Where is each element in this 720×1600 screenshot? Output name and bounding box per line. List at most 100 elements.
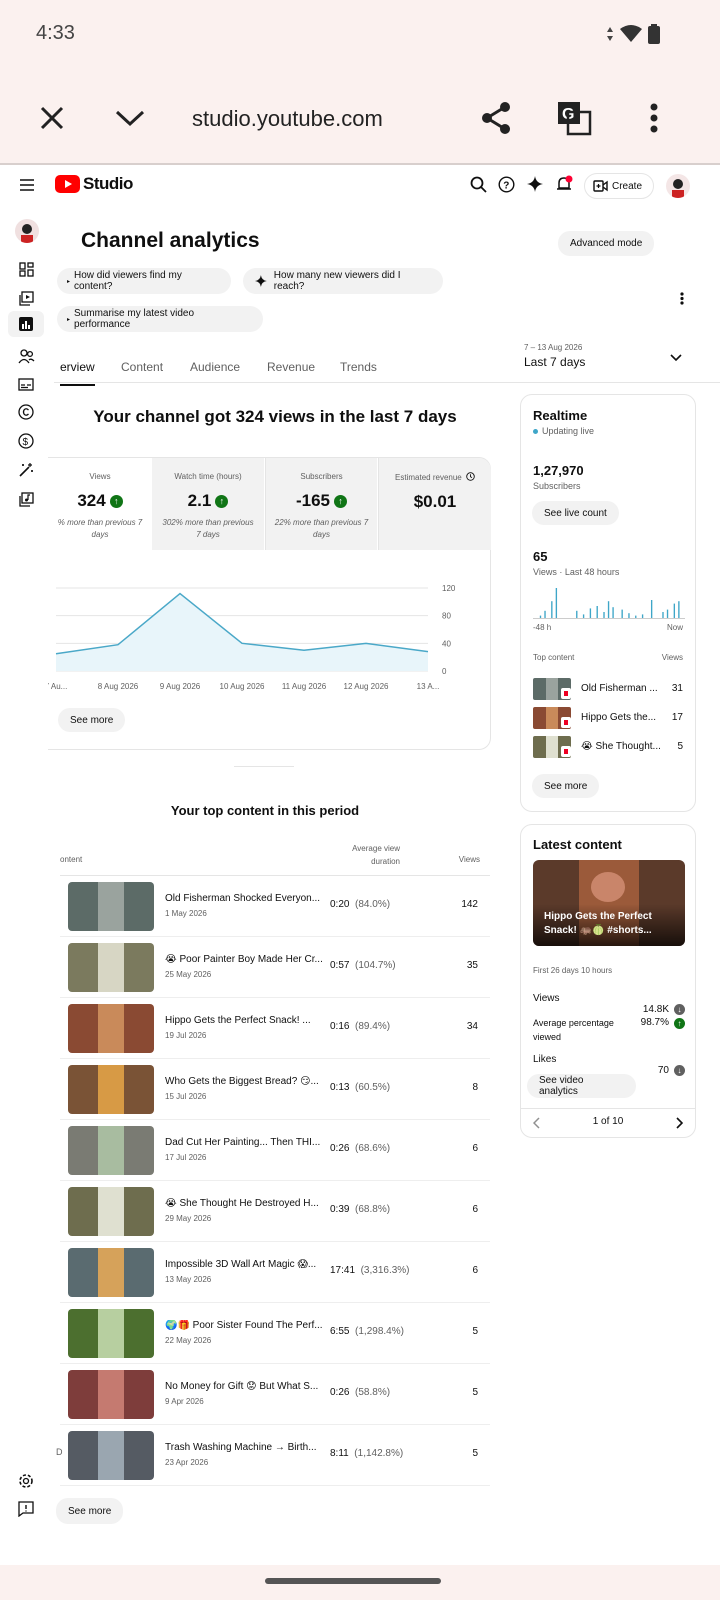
row-avd-value: 0:20 <box>330 899 350 910</box>
table-row[interactable]: Who Gets the Biggest Bread? 😏... 15 Jul 2… <box>60 1059 490 1120</box>
row-date: 29 May 2026 <box>165 1214 212 1223</box>
realtime-item-title: 😭 She Thought... <box>581 741 661 752</box>
row-avd-value: 0:39 <box>330 1204 350 1215</box>
row-avd: 0:13 (60.5%) <box>330 1082 390 1093</box>
close-icon[interactable] <box>34 100 70 136</box>
see-live-count-button[interactable]: See live count <box>532 501 619 525</box>
analytics-icon[interactable] <box>8 311 44 337</box>
date-range-picker[interactable]: 7 – 13 Aug 2026 Last 7 days <box>524 343 694 373</box>
table-row[interactable]: Old Fisherman Shocked Everyon... 1 May 20… <box>60 876 490 937</box>
realtime-bar <box>551 601 553 618</box>
more-vert-icon[interactable] <box>636 100 672 136</box>
system-icons <box>606 24 660 44</box>
metric-watch-time[interactable]: Watch time (hours) 2.1 ↑ 302% more than p… <box>152 458 264 550</box>
chevron-right-icon[interactable] <box>675 1116 684 1134</box>
subtitles-icon[interactable] <box>14 372 38 396</box>
help-icon[interactable]: ? <box>498 176 515 198</box>
live-status-label: Updating live <box>542 426 595 436</box>
metric-value: -165 <box>295 491 331 510</box>
search-icon[interactable] <box>470 176 487 198</box>
realtime-bar <box>544 610 546 618</box>
content-icon[interactable] <box>14 286 38 310</box>
chip-new-viewers[interactable]: How many new viewers did I reach? <box>243 268 443 294</box>
tab-revenue[interactable]: Revenue <box>267 360 315 374</box>
see-more-button[interactable]: See more <box>58 708 126 732</box>
see-more-button[interactable]: See more <box>56 1498 124 1524</box>
row-title: Dad Cut Her Painting... Then THI... <box>165 1137 321 1148</box>
settings-icon[interactable] <box>14 1469 38 1493</box>
channel-avatar[interactable] <box>15 219 39 243</box>
realtime-bar <box>555 588 558 618</box>
table-row[interactable]: Trash Washing Machine → Birth... 23 Apr 2… <box>60 1425 490 1486</box>
table-row[interactable]: Impossible 3D Wall Art Magic 😱... 13 May … <box>60 1242 490 1303</box>
studio-logo[interactable]: Studio <box>55 174 133 194</box>
metric-label: Watch time (hours) <box>174 472 242 481</box>
realtime-top-item[interactable]: 😭 She Thought... <box>533 736 683 758</box>
gesture-bar[interactable] <box>265 1578 441 1584</box>
feedback-icon[interactable] <box>14 1497 38 1521</box>
row-title: Trash Washing Machine → Birth... <box>165 1442 317 1453</box>
row-avd-value: 0:26 <box>330 1387 350 1398</box>
see-more-label: See more <box>70 714 114 726</box>
translate-icon[interactable]: G <box>556 100 592 136</box>
row-title: Who Gets the Biggest Bread? 😏... <box>165 1076 319 1087</box>
metric-views[interactable]: Views 324 ↑ % more than previous 7 days <box>48 458 152 550</box>
more-vert-icon[interactable] <box>680 292 684 310</box>
earn-icon[interactable]: $ <box>14 429 38 453</box>
status-bar: 4:33 <box>0 0 720 70</box>
x-tick-label: 8 Aug 2026 <box>98 682 139 691</box>
audio-library-icon[interactable] <box>14 487 38 511</box>
chip-find-content[interactable]: ▸ How did viewers find my content? <box>57 268 231 294</box>
community-icon[interactable] <box>14 344 38 368</box>
see-more-button[interactable]: See more <box>532 774 600 798</box>
row-avd: 0:57 (104.7%) <box>330 960 396 971</box>
chip-summarise-latest[interactable]: ▸ Summarise my latest video performance <box>57 306 263 332</box>
arrow-down-icon: ↓ <box>674 1065 685 1076</box>
tab-trends[interactable]: Trends <box>340 360 377 374</box>
latest-video-thumbnail[interactable]: Hippo Gets the Perfect Snack! 🦛🍈 #shorts… <box>533 860 685 946</box>
latest-views-row: Views 14.8K ↓ <box>533 993 685 1015</box>
metric-label: Subscribers <box>300 472 343 481</box>
share-icon[interactable] <box>478 100 514 136</box>
chip-label: How did viewers find my content? <box>74 270 182 292</box>
table-row[interactable]: 😭 Poor Painter Boy Made Her Cr... 25 May … <box>60 937 490 998</box>
table-row[interactable]: Dad Cut Her Painting... Then THI... 17 Ju… <box>60 1120 490 1181</box>
copyright-icon[interactable] <box>14 400 38 424</box>
magic-wand-icon[interactable] <box>14 458 38 482</box>
table-row[interactable]: Hippo Gets the Perfect Snack! ... 19 Jul … <box>60 998 490 1059</box>
table-row[interactable]: 🌍🎁 Poor Sister Found The Perf... 22 May 2… <box>60 1303 490 1364</box>
latest-likes-value: 70 <box>657 1065 669 1076</box>
row-avd-value: 0:57 <box>330 960 350 971</box>
tab-content[interactable]: Content <box>121 360 163 374</box>
metric-label: Estimated revenue <box>395 473 462 482</box>
latest-views-value: 14.8K <box>642 1004 669 1015</box>
url-bar[interactable]: studio.youtube.com <box>192 106 383 132</box>
row-title: 😭 She Thought He Destroyed H... <box>165 1198 319 1209</box>
row-date: 15 Jul 2026 <box>165 1092 207 1101</box>
avatar[interactable] <box>666 174 690 198</box>
see-video-analytics-button[interactable]: See video analytics <box>527 1074 636 1098</box>
table-row[interactable]: 😭 She Thought He Destroyed H... 29 May 20… <box>60 1181 490 1242</box>
advanced-mode-button[interactable]: Advanced mode <box>558 231 655 256</box>
sparkle-icon[interactable] <box>527 176 543 197</box>
realtime-top-item[interactable]: Hippo Gets the... <box>533 707 683 729</box>
row-avd-pct: (60.5%) <box>355 1082 391 1093</box>
tab-audience[interactable]: Audience <box>190 360 240 374</box>
video-thumbnail <box>68 1309 154 1358</box>
realtime-top-item[interactable]: Old Fisherman ... <box>533 678 683 700</box>
metric-revenue[interactable]: Estimated revenue $0.01 <box>378 458 491 550</box>
realtime-bar <box>607 601 610 618</box>
dashboard-icon[interactable] <box>14 257 38 281</box>
metric-subscribers[interactable]: Subscribers -165 ↑ 22% more than previous… <box>265 458 377 550</box>
realtime-bar <box>678 601 680 618</box>
create-button[interactable]: Create <box>584 173 654 199</box>
chevron-down-icon[interactable] <box>112 100 148 136</box>
notifications-icon[interactable] <box>556 175 574 198</box>
row-date: 23 Apr 2026 <box>165 1458 209 1467</box>
table-row[interactable]: No Money for Gift 😟 But What S... 9 Apr 2… <box>60 1364 490 1425</box>
realtime-bar <box>603 612 605 618</box>
row-date: 1 May 2026 <box>165 909 207 918</box>
menu-icon[interactable] <box>20 178 34 196</box>
top-content-title: Your top content in this period <box>170 803 360 818</box>
latest-video-title: Hippo Gets the Perfect Snack! 🦛🍈 #shorts… <box>544 911 652 936</box>
